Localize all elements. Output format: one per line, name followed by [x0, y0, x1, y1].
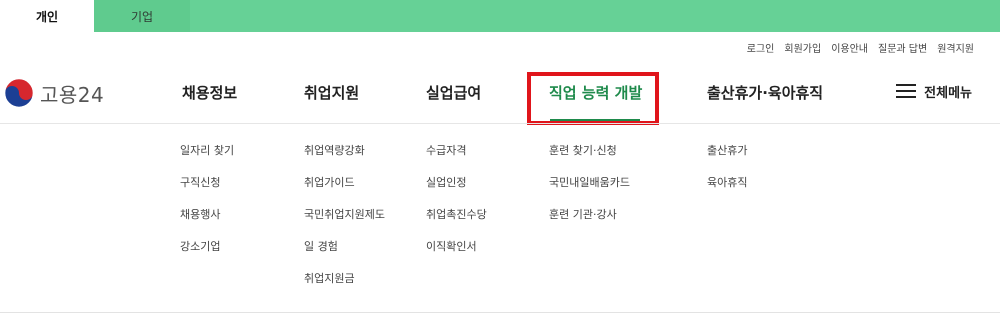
submenu-item[interactable]: 취업지원금 [304, 271, 385, 303]
submenu-item[interactable]: 강소기업 [180, 239, 234, 271]
all-menu-button[interactable]: 전체메뉴 [896, 82, 972, 101]
tab-business[interactable]: 기업 [94, 0, 190, 32]
submenu-item[interactable]: 국민내일배움카드 [549, 175, 630, 207]
submenu-parental-leave: 출산휴가 육아휴직 [707, 143, 747, 207]
submenu-item[interactable]: 육아휴직 [707, 175, 747, 207]
submenu-item[interactable]: 일 경험 [304, 239, 385, 271]
submenu-unemployment-benefit: 수급자격 실업인정 취업촉진수당 이직확인서 [426, 143, 487, 271]
submenu-item[interactable]: 훈련 찾기·신청 [549, 143, 630, 175]
submenu-employment-support: 취업역량강화 취업가이드 국민취업지원제도 일 경험 취업지원금 [304, 143, 385, 303]
submenu-item[interactable]: 구직신청 [180, 175, 234, 207]
nav-divider [0, 123, 1000, 124]
guide-link[interactable]: 이용안내 [831, 40, 868, 55]
highlight-box [527, 72, 659, 125]
logo[interactable]: 고용24 [4, 78, 104, 108]
qna-link[interactable]: 질문과 답변 [878, 40, 927, 55]
utility-links: 로그인 회원가입 이용안내 질문과 답변 원격지원 [747, 40, 974, 55]
submenu-item[interactable]: 실업인정 [426, 175, 487, 207]
gnb-item-parental-leave[interactable]: 출산휴가·육아휴직 [707, 82, 823, 103]
submenu-item[interactable]: 취업역량강화 [304, 143, 385, 175]
hamburger-icon [896, 84, 917, 99]
submenu-item[interactable]: 취업촉진수당 [426, 207, 487, 239]
submenu-item[interactable]: 출산휴가 [707, 143, 747, 175]
submenu-item[interactable]: 국민취업지원제도 [304, 207, 385, 239]
submenu-item[interactable]: 수급자격 [426, 143, 487, 175]
submenu-item[interactable]: 채용행사 [180, 207, 234, 239]
submenu-item[interactable]: 이직확인서 [426, 239, 487, 271]
login-link[interactable]: 로그인 [747, 40, 775, 55]
logo-text: 고용24 [40, 82, 105, 107]
submenu-item[interactable]: 훈련 기관·강사 [549, 207, 630, 239]
submenu-vocational-training: 훈련 찾기·신청 국민내일배움카드 훈련 기관·강사 [549, 143, 630, 239]
bottom-divider [0, 312, 1000, 313]
submenu-item[interactable]: 일자리 찾기 [180, 143, 234, 175]
gnb-item-jobs[interactable]: 채용정보 [182, 82, 237, 103]
gnb-item-employment-support[interactable]: 취업지원 [304, 82, 359, 103]
tab-personal[interactable]: 개인 [0, 0, 94, 32]
taegeuk-emblem-icon [4, 78, 34, 108]
signup-link[interactable]: 회원가입 [784, 40, 821, 55]
submenu-jobs: 일자리 찾기 구직신청 채용행사 강소기업 [180, 143, 234, 271]
remote-support-link[interactable]: 원격지원 [937, 40, 974, 55]
all-menu-label: 전체메뉴 [924, 86, 972, 101]
submenu-item[interactable]: 취업가이드 [304, 175, 385, 207]
gnb-item-unemployment-benefit[interactable]: 실업급여 [426, 82, 481, 103]
